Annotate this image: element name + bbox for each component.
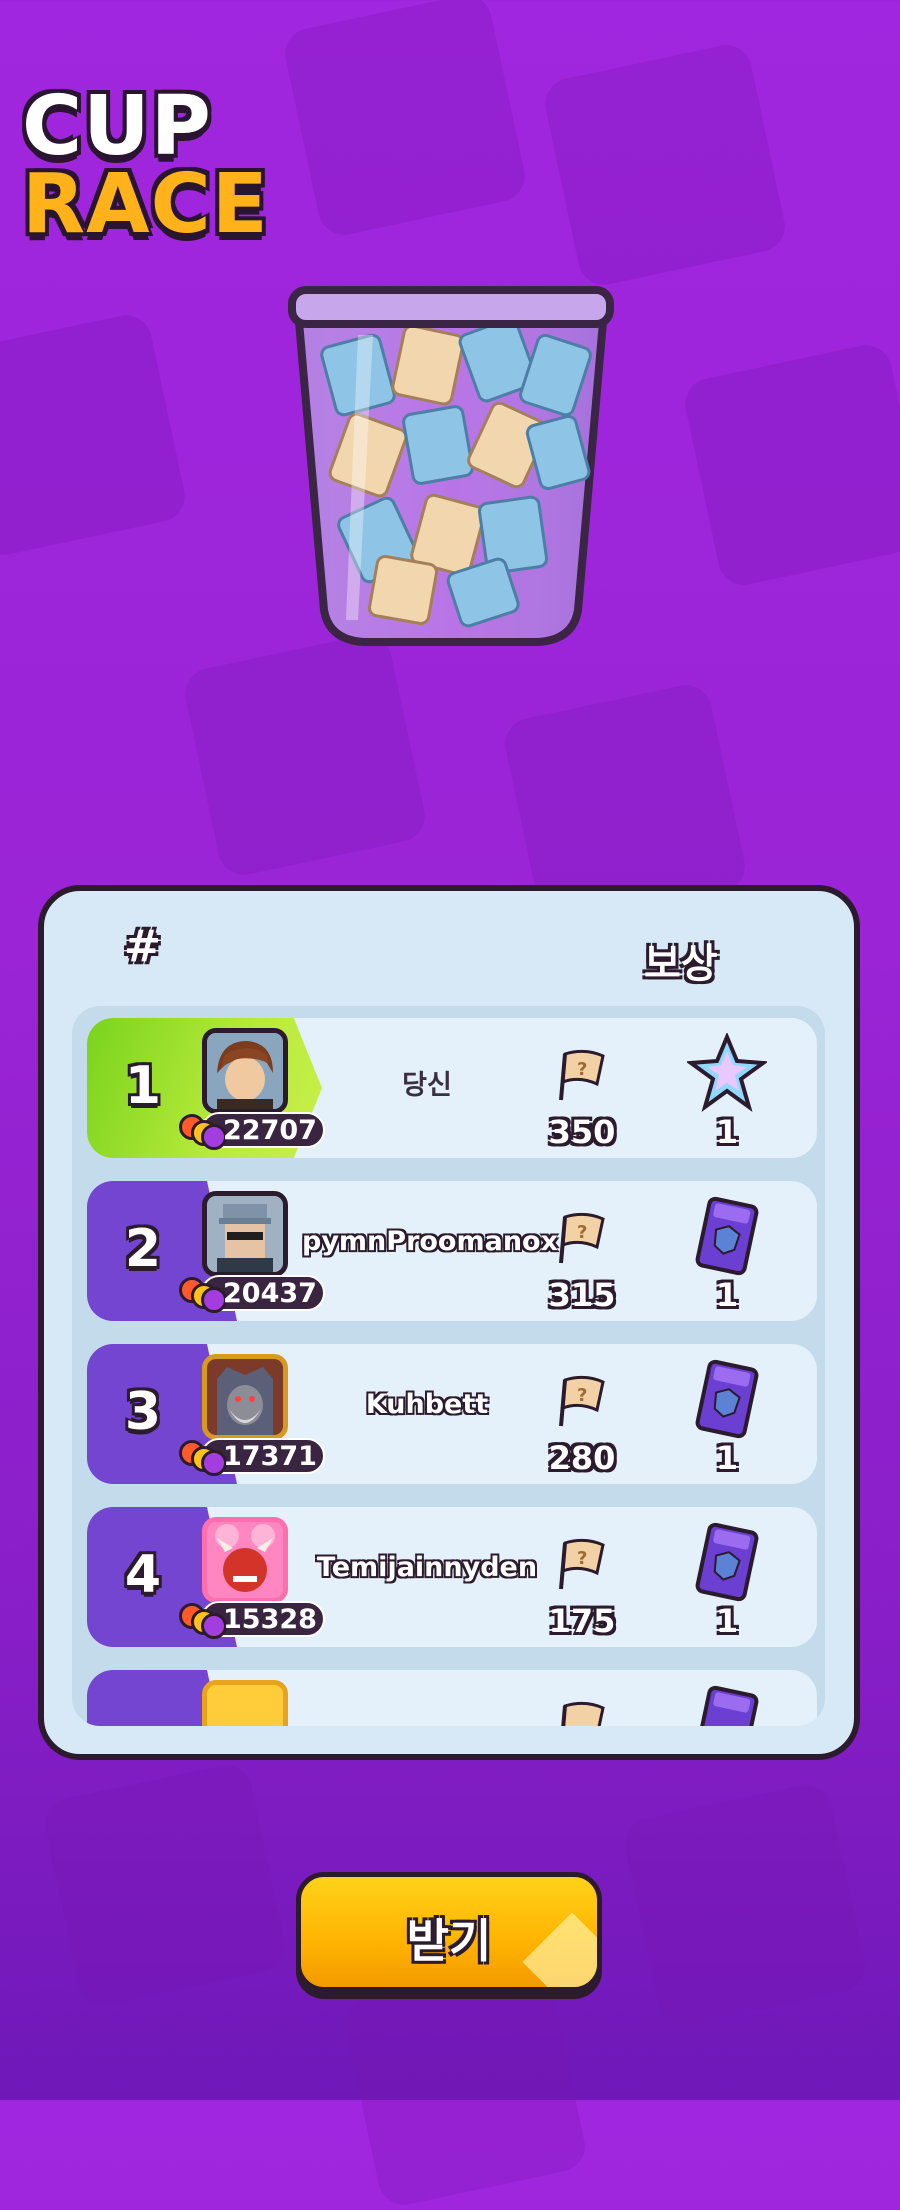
event-title: CUP RACE bbox=[22, 79, 269, 252]
cup-score: 280 bbox=[548, 1439, 616, 1477]
claim-button[interactable]: 받기 bbox=[296, 1872, 602, 1992]
trophy-value: 15328 bbox=[223, 1604, 317, 1635]
leaderboard-row-4[interactable]: 4 15328 Temijainnyden ? 175 1 bbox=[87, 1507, 817, 1647]
svg-text:?: ? bbox=[577, 1385, 587, 1406]
cup-score: 175 bbox=[548, 1602, 616, 1640]
rank-number: 2 bbox=[124, 1219, 162, 1279]
leaderboard-panel: # 보상 1 22707 당신 ? 350 1 2 20437 pymnProo… bbox=[38, 885, 860, 1760]
leaderboard-row-2[interactable]: 2 20437 pymnProomanox ? 315 1 bbox=[87, 1181, 817, 1321]
mystery-flag-icon bbox=[561, 1701, 605, 1726]
leaderboard-row-5[interactable] bbox=[87, 1670, 817, 1726]
avatar[interactable] bbox=[202, 1028, 288, 1114]
trophy-value: 17371 bbox=[223, 1441, 317, 1472]
svg-text:?: ? bbox=[577, 1222, 587, 1243]
cup-jar-illustration bbox=[288, 286, 614, 646]
trophy-value: 22707 bbox=[223, 1115, 317, 1146]
avatar[interactable] bbox=[202, 1680, 288, 1726]
mystery-flag-icon: ? bbox=[559, 1538, 605, 1590]
trophy-count: 22707 bbox=[179, 1110, 327, 1150]
player-name: pymnProomanox bbox=[302, 1226, 559, 1257]
trophy-count: 15328 bbox=[179, 1599, 327, 1639]
title-line-2: RACE bbox=[22, 156, 269, 252]
crystal-star-icon[interactable] bbox=[687, 1033, 767, 1113]
card-pack-icon[interactable] bbox=[687, 1196, 767, 1276]
rank-column-header: # bbox=[124, 921, 161, 972]
card-pack-icon[interactable] bbox=[687, 1522, 767, 1602]
rank-number: 3 bbox=[124, 1382, 162, 1442]
card-pack-icon[interactable] bbox=[687, 1359, 767, 1439]
reward-count: 1 bbox=[715, 1276, 739, 1314]
mystery-flag-icon: ? bbox=[559, 1212, 605, 1264]
leaderboard-list[interactable]: 1 22707 당신 ? 350 1 2 20437 pymnProomanox… bbox=[72, 1006, 825, 1726]
reward-count: 1 bbox=[715, 1602, 739, 1640]
leaderboard-row-1[interactable]: 1 22707 당신 ? 350 1 bbox=[87, 1018, 817, 1158]
avatar[interactable] bbox=[202, 1517, 288, 1603]
svg-text:?: ? bbox=[577, 1548, 587, 1569]
player-name: 당신 bbox=[402, 1070, 452, 1101]
avatar[interactable] bbox=[202, 1354, 288, 1440]
rank-number: 4 bbox=[124, 1545, 162, 1605]
avatar[interactable] bbox=[202, 1191, 288, 1277]
svg-text:?: ? bbox=[577, 1059, 587, 1080]
card-pack-icon[interactable] bbox=[687, 1685, 767, 1726]
title-line-1: CUP bbox=[22, 79, 212, 174]
player-name: Kuhbett bbox=[365, 1389, 489, 1420]
leaderboard-row-3[interactable]: 3 17371 Kuhbett ? 280 1 bbox=[87, 1344, 817, 1484]
mystery-flag-icon: ? bbox=[559, 1375, 605, 1427]
trophy-count: 17371 bbox=[179, 1436, 327, 1476]
rank-number: 1 bbox=[124, 1056, 162, 1116]
player-name: Temijainnyden bbox=[316, 1552, 538, 1583]
mystery-flag-icon: ? bbox=[559, 1049, 605, 1101]
cup-score: 315 bbox=[548, 1276, 616, 1314]
claim-button-label: 받기 bbox=[406, 1914, 492, 1968]
trophy-count: 20437 bbox=[179, 1273, 327, 1313]
reward-count: 1 bbox=[715, 1113, 739, 1151]
reward-count: 1 bbox=[715, 1439, 739, 1477]
reward-column-header: 보상 bbox=[644, 941, 718, 987]
trophy-value: 20437 bbox=[223, 1278, 317, 1309]
cup-score: 350 bbox=[548, 1113, 616, 1151]
